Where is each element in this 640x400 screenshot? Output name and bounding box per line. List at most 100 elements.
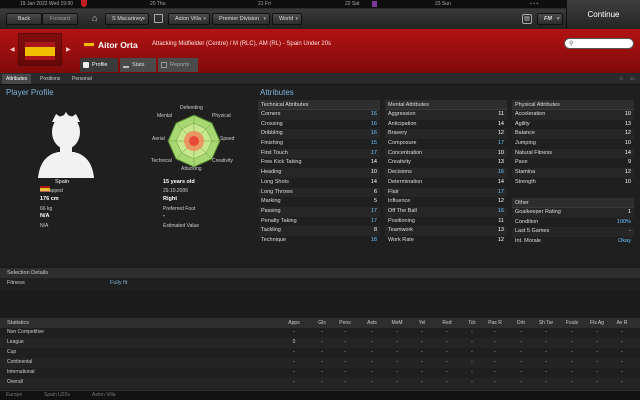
statistics-cell: -	[596, 359, 598, 365]
calendar-strip: 19 Jan 2022 Wed 19:00 20 Thu 21 Fri 22 S…	[0, 0, 640, 9]
statistics-cell: -	[344, 359, 346, 365]
statistics-cell: -	[396, 349, 398, 355]
attribute-value: 12	[624, 130, 631, 137]
statistics-column-header[interactable]: Drb	[507, 320, 535, 326]
statistics-cell: -	[621, 359, 623, 365]
back-button[interactable]: Back	[6, 13, 42, 25]
statistics-cell: -	[471, 379, 473, 385]
chevron-down-icon: ▾	[556, 16, 559, 22]
statistics-cell: -	[371, 359, 373, 365]
statistics-column-header[interactable]: Apps	[280, 320, 308, 326]
calendar-day[interactable]: 20 Thu	[150, 1, 165, 7]
statistics-column-header[interactable]: Fls Ag	[583, 320, 611, 326]
tab-stats[interactable]: Stats	[120, 58, 156, 72]
previous-player-icon[interactable]: ◀	[10, 46, 15, 53]
continue-button[interactable]: Continue	[566, 0, 640, 29]
chevron-down-icon: ▾	[295, 16, 298, 22]
attribute-row: Influence 12	[385, 197, 507, 207]
technical-attributes-header: Technical Attributes	[258, 100, 380, 110]
tab-reports[interactable]: Reports	[158, 58, 198, 72]
subtab-positions[interactable]: Positions	[36, 74, 64, 84]
attribute-value: 13	[497, 227, 504, 234]
statistics-cell: -	[421, 349, 423, 355]
statistics-cell: -	[571, 369, 573, 375]
attribute-row: Concentration 10	[385, 148, 507, 159]
attribute-row: Last 5 Games -	[512, 227, 634, 238]
statistics-cell: -	[421, 329, 423, 335]
attribute-value: 10	[370, 169, 377, 176]
breadcrumb-item[interactable]: Europe	[6, 392, 22, 398]
subtab-personal[interactable]: Personal	[68, 74, 96, 84]
statistics-cell: -	[545, 349, 547, 355]
calendar-day[interactable]: 21 Fri	[258, 1, 271, 7]
attribute-name: Teamwork	[388, 227, 414, 234]
club-dropdown[interactable]: Aston Villa ▾	[168, 13, 210, 25]
statistics-cell: -	[421, 369, 423, 375]
attributes-title: Attributes	[260, 88, 294, 97]
search-input[interactable]: ⚲	[564, 38, 634, 49]
attribute-row: Acceleration 10	[512, 110, 634, 120]
window-controls-icon[interactable]: ▪ ▪ ▪	[530, 1, 538, 7]
statistics-column-header[interactable]: Asts	[358, 320, 386, 326]
attribute-row: Pace 9	[512, 158, 634, 168]
statistics-cell: -	[344, 369, 346, 375]
attribute-row: Long Throws 6	[258, 187, 380, 198]
attribute-name: Technique	[261, 236, 287, 243]
statistics-cell: -	[621, 329, 623, 335]
statistics-cell: -	[545, 369, 547, 375]
statistics-cell: -	[293, 379, 295, 385]
preferred-foot-label: Preferred Foot	[163, 206, 196, 212]
statistics-column-header[interactable]: Pens	[331, 320, 359, 326]
statistics-cell: -	[396, 379, 398, 385]
tab-profile[interactable]: Profile	[80, 58, 118, 72]
attribute-row: Finishing 15	[258, 139, 380, 149]
player-name: Aitor Orta	[98, 40, 138, 50]
breadcrumb-item[interactable]: Aston Villa	[92, 392, 116, 398]
radar-label-defending: Defending	[180, 105, 203, 111]
statistics-column-header[interactable]: MoM	[383, 320, 411, 326]
attribute-name: Condition	[515, 218, 539, 225]
forward-button[interactable]: Forward	[42, 13, 78, 25]
notes-icon[interactable]: ▭	[626, 74, 639, 84]
statistics-column-header[interactable]: Fouls	[558, 320, 586, 326]
attribute-value: 11	[498, 217, 504, 224]
statistics-column-header[interactable]: Av R	[608, 320, 636, 326]
subtab-attributes[interactable]: Attributes	[2, 74, 32, 84]
statistics-column-header[interactable]: Yel	[408, 320, 436, 326]
manager-dropdown[interactable]: S Macartney ▾	[105, 13, 149, 25]
breadcrumb-item[interactable]: Spain U20s	[44, 392, 70, 398]
home-icon[interactable]: ⌂	[92, 13, 97, 23]
world-dropdown[interactable]: World ▾	[272, 13, 302, 25]
statistics-cell: -	[371, 379, 373, 385]
other-attributes-panel: Other Goalkeeper Rating 1 Condition 100% Las…	[512, 198, 634, 247]
calendar-day[interactable]: 23 Sun	[435, 1, 451, 7]
statistics-cell: -	[321, 329, 323, 335]
attribute-row: Dribbling 16	[258, 129, 380, 140]
attribute-row: Flair 17	[385, 187, 507, 198]
statistics-column-header[interactable]: Red	[433, 320, 461, 326]
value-primary: N/A	[40, 213, 50, 219]
spain-flag-icon	[84, 41, 94, 48]
attribute-row: Jumping 10	[512, 139, 634, 149]
division-dropdown[interactable]: Premier Division ▾	[212, 13, 270, 25]
statistics-cell: -	[520, 379, 522, 385]
attribute-name: Stamina	[515, 169, 536, 176]
attribute-row: Corners 16	[258, 110, 380, 120]
fm-menu-button[interactable]: FM ▾	[537, 13, 563, 25]
statistics-row: League 0 - - - - - - - - - - - - -	[0, 338, 640, 348]
statistics-column-header[interactable]: Sh Tar	[532, 320, 560, 326]
calendar-day[interactable]: 22 Sat	[345, 1, 359, 7]
attribute-name: Long Shots	[261, 178, 289, 185]
statistics-cell: -	[494, 349, 496, 355]
inbox-icon[interactable]: ▤	[522, 14, 532, 24]
radar-label-creativity: Creativity	[212, 158, 233, 164]
statistics-cell: -	[494, 329, 496, 335]
caps: Uncapped	[40, 188, 63, 194]
calendar-icon[interactable]	[154, 14, 163, 23]
statistics-column-header[interactable]: Pas R	[481, 320, 509, 326]
attribute-name: Goalkeeper Rating	[515, 209, 561, 215]
attribute-name: Acceleration	[515, 111, 546, 117]
next-player-icon[interactable]: ▶	[66, 46, 71, 53]
statistics-cell: -	[520, 339, 522, 345]
statistics-cell: -	[571, 379, 573, 385]
